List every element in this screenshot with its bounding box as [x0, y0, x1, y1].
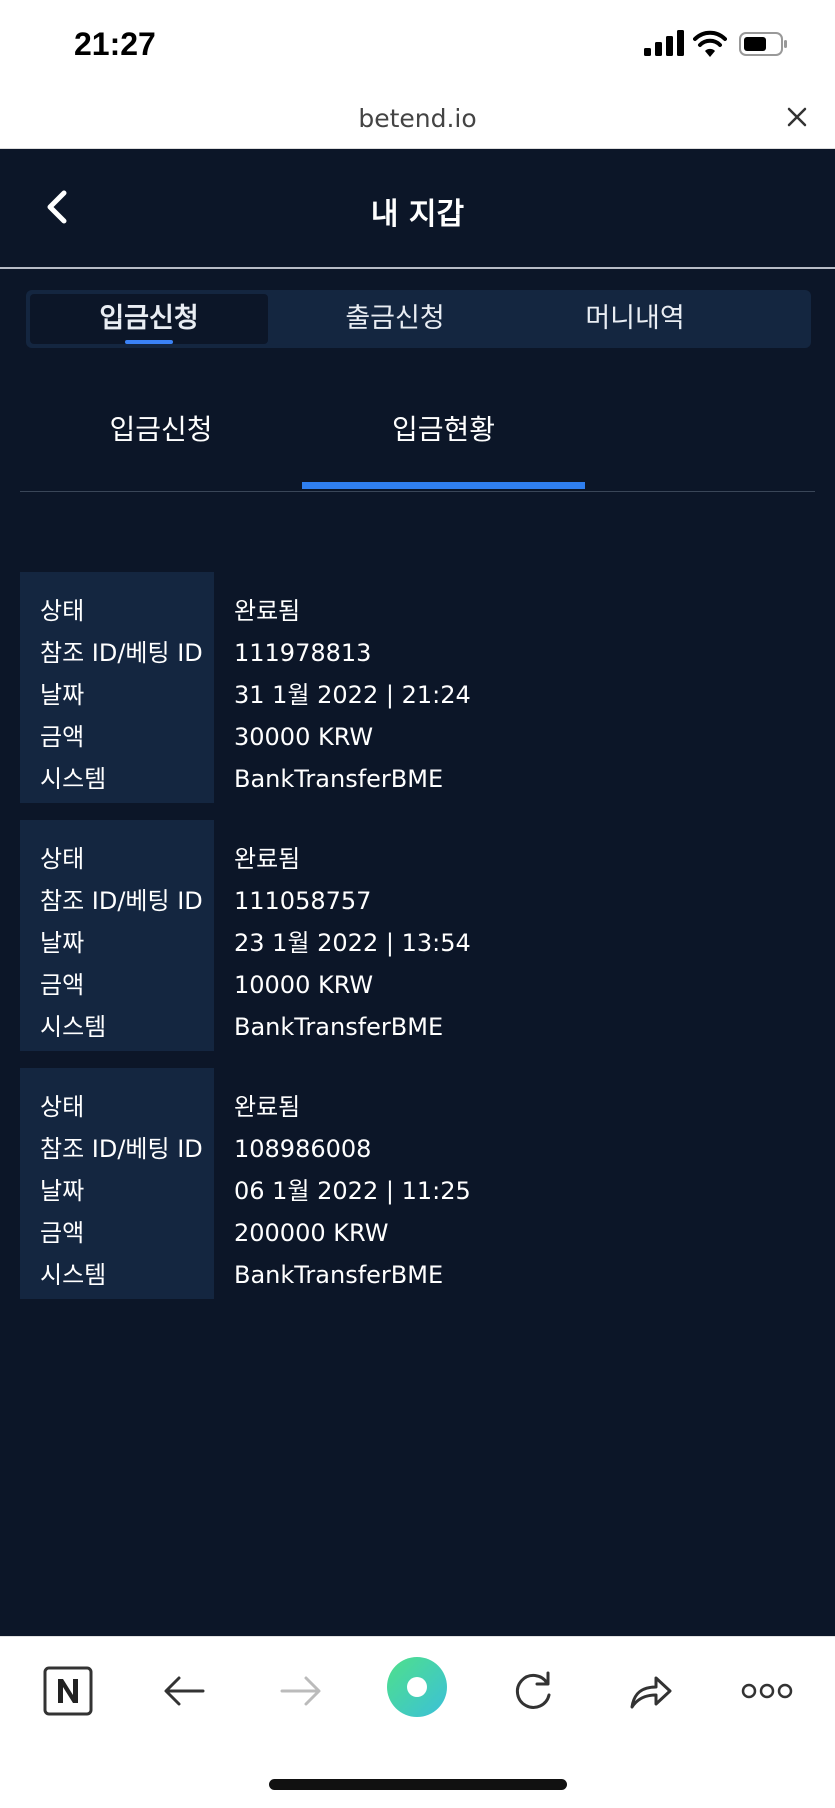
value-system: BankTransferBME [234, 1261, 444, 1289]
label-ref-id: 참조 ID/베팅 ID [40, 887, 203, 915]
value-ref-id: 108986008 [234, 1135, 372, 1163]
subtab-deposit-status[interactable]: 입금현황 [302, 408, 585, 448]
value-system: BankTransferBME [234, 765, 444, 793]
value-ref-id: 111058757 [234, 887, 372, 915]
label-date: 날짜 [40, 681, 85, 709]
green-dot-icon[interactable] [385, 1655, 449, 1719]
value-status: 완료됨 [234, 845, 301, 873]
tab-deposit-request[interactable]: 입금신청 [30, 294, 268, 344]
forward-arrow-icon[interactable] [270, 1661, 330, 1721]
status-time: 21:27 [74, 26, 156, 62]
tab-withdraw-request[interactable]: 출금신청 [276, 290, 514, 348]
label-amount: 금액 [40, 971, 85, 999]
more-icon[interactable] [737, 1661, 797, 1721]
value-status: 완료됨 [234, 1093, 301, 1121]
url-text[interactable]: betend.io [0, 104, 835, 133]
value-date: 31 1월 2022 | 21:24 [234, 681, 471, 709]
label-status: 상태 [40, 845, 85, 873]
page-title: 내 지갑 [370, 197, 465, 232]
value-status: 완료됨 [234, 597, 301, 625]
cellular-signal-icon [644, 30, 684, 56]
sub-tabs: 입금신청 입금현황 [20, 396, 815, 492]
label-system: 시스템 [40, 765, 107, 793]
home-indicator [269, 1779, 567, 1790]
subtab-deposit-request[interactable]: 입금신청 [20, 408, 302, 448]
value-date: 06 1월 2022 | 11:25 [234, 1177, 471, 1205]
back-arrow-icon[interactable] [155, 1661, 215, 1721]
label-ref-id: 참조 ID/베팅 ID [40, 1135, 203, 1163]
deposit-card: 상태 참조 ID/베팅 ID 날짜 금액 시스템 완료됨 111058757 2… [20, 820, 815, 1051]
browser-url-bar: betend.io [0, 94, 835, 149]
wifi-icon [693, 30, 727, 57]
close-icon[interactable] [782, 102, 812, 132]
tab-label: 입금신청 [99, 303, 199, 334]
label-status: 상태 [40, 597, 85, 625]
reload-icon[interactable] [503, 1661, 563, 1721]
label-system: 시스템 [40, 1013, 107, 1041]
deposit-card: 상태 참조 ID/베팅 ID 날짜 금액 시스템 완료됨 111978813 3… [20, 572, 815, 803]
tab-active-indicator [125, 340, 173, 344]
status-bar: 21:27 [0, 0, 835, 94]
label-system: 시스템 [40, 1261, 107, 1289]
tab-label: 머니내역 [585, 303, 685, 334]
label-status: 상태 [40, 1093, 85, 1121]
label-amount: 금액 [40, 1219, 85, 1247]
subtab-active-indicator [302, 482, 585, 489]
naver-n-icon[interactable] [38, 1661, 98, 1721]
value-amount: 30000 KRW [234, 723, 374, 751]
page-header: 내 지갑 [0, 149, 835, 269]
label-ref-id: 참조 ID/베팅 ID [40, 639, 203, 667]
tab-label: 출금신청 [345, 303, 445, 334]
label-date: 날짜 [40, 1177, 85, 1205]
label-date: 날짜 [40, 929, 85, 957]
deposit-card: 상태 참조 ID/베팅 ID 날짜 금액 시스템 완료됨 108986008 0… [20, 1068, 815, 1299]
value-ref-id: 111978813 [234, 639, 372, 667]
battery-icon [739, 32, 787, 56]
value-amount: 10000 KRW [234, 971, 374, 999]
share-icon[interactable] [620, 1661, 680, 1721]
value-system: BankTransferBME [234, 1013, 444, 1041]
tab-money-history[interactable]: 머니내역 [516, 290, 754, 348]
value-amount: 200000 KRW [234, 1219, 389, 1247]
label-amount: 금액 [40, 723, 85, 751]
main-tabs: 입금신청 출금신청 머니내역 [26, 290, 811, 348]
value-date: 23 1월 2022 | 13:54 [234, 929, 471, 957]
browser-toolbar [0, 1636, 835, 1808]
